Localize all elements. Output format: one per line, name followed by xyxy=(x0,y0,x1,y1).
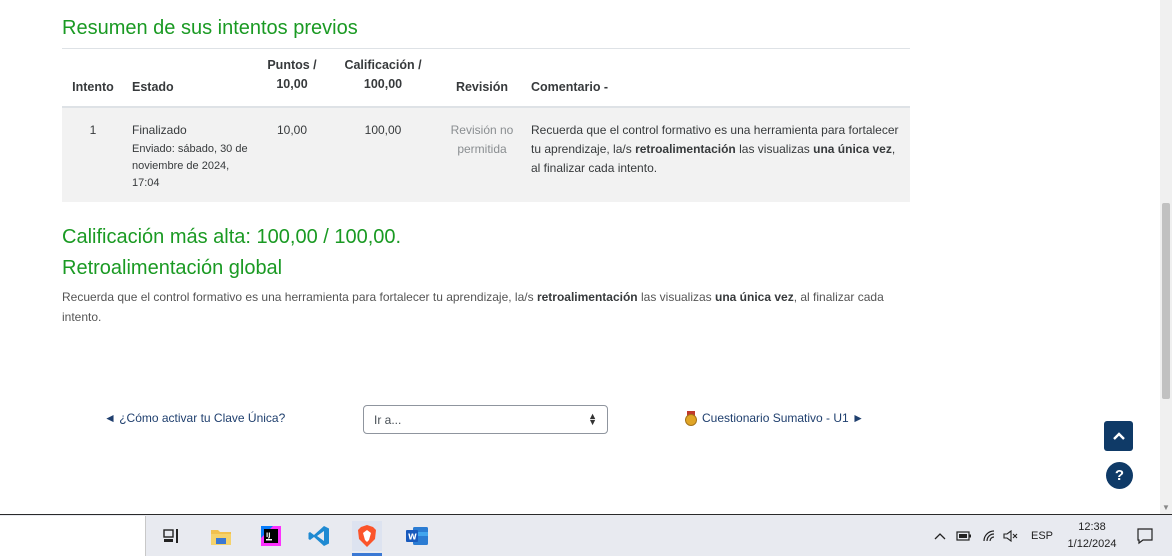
comment-bold: retroalimentación xyxy=(635,142,736,156)
help-button[interactable]: ? xyxy=(1106,462,1133,489)
header-state: Estado xyxy=(124,49,259,108)
cell-points: 10,00 xyxy=(259,107,325,202)
wifi-icon[interactable] xyxy=(982,515,998,556)
header-review: Revisión xyxy=(441,49,523,108)
show-hidden-icons-chevron-icon[interactable] xyxy=(934,515,946,556)
cell-state: Finalizado Enviado: sábado, 30 de noviem… xyxy=(124,107,259,202)
language-indicator[interactable]: ESP xyxy=(1031,515,1053,556)
comment-text: las visualizas xyxy=(735,142,814,156)
global-feedback-text: Recuerda que el control formativo es una… xyxy=(62,287,914,327)
battery-icon[interactable] xyxy=(956,515,972,556)
next-activity-link[interactable]: Cuestionario Sumativo - U1 ► xyxy=(684,411,864,426)
medal-icon xyxy=(684,411,698,426)
cell-comment: Recuerda que el control formativo es una… xyxy=(523,107,910,202)
prev-activity-link[interactable]: ◄ ¿Cómo activar tu Clave Única? xyxy=(104,411,285,425)
header-points: Puntos / 10,00 xyxy=(259,49,325,108)
table-header-row: Intento Estado Puntos / 10,00 Calificaci… xyxy=(62,49,910,108)
brave-browser-icon[interactable] xyxy=(352,521,382,556)
svg-text:IJ: IJ xyxy=(266,532,270,539)
svg-text:W: W xyxy=(408,533,417,542)
notifications-icon[interactable] xyxy=(1136,515,1154,556)
comment-bold: una única vez xyxy=(813,142,892,156)
feedback-text: Recuerda que el control formativo es una… xyxy=(62,290,537,304)
best-grade-heading: Calificación más alta: 100,00 / 100,00. xyxy=(62,226,402,248)
header-grade-max: 100,00 xyxy=(363,77,403,91)
feedback-text: las visualizas xyxy=(637,290,716,304)
scroll-down-arrow-icon[interactable]: ▼ xyxy=(1162,503,1170,512)
page-scrollbar[interactable]: ▼ xyxy=(1160,0,1172,514)
feedback-bold: una única vez xyxy=(715,290,794,304)
task-view-icon[interactable] xyxy=(156,521,186,551)
back-to-top-button[interactable] xyxy=(1104,421,1133,451)
windows-taskbar: IJ W ESP 12:38 1/12/2024 xyxy=(0,514,1172,556)
chevron-up-icon xyxy=(1112,432,1125,440)
header-grade-label: Calificación / xyxy=(344,58,422,72)
header-grade: Calificación / 100,00 xyxy=(325,49,441,108)
intellij-idea-icon[interactable]: IJ xyxy=(256,521,286,551)
global-feedback-heading: Retroalimentación global xyxy=(62,257,283,279)
volume-muted-icon[interactable] xyxy=(1003,515,1019,556)
jump-to-value: Ir a... xyxy=(374,413,402,427)
cell-review: Revisión no permitida xyxy=(441,107,523,202)
header-comment: Comentario - xyxy=(523,49,910,108)
submitted-date: Enviado: sábado, 30 de noviembre de 2024… xyxy=(132,143,248,189)
select-arrows-icon: ▲ ▼ xyxy=(588,411,597,427)
header-attempt: Intento xyxy=(62,49,124,108)
table-row: 1 Finalizado Enviado: sábado, 30 de novi… xyxy=(62,107,910,202)
vs-code-icon[interactable] xyxy=(304,521,334,551)
header-points-label: Puntos / xyxy=(267,58,317,72)
cell-grade: 100,00 xyxy=(325,107,441,202)
jump-to-select[interactable]: Ir a... ▲ ▼ xyxy=(363,405,608,434)
taskbar-clock[interactable]: 12:38 1/12/2024 xyxy=(1060,519,1124,553)
next-activity-label: Cuestionario Sumativo - U1 ► xyxy=(702,411,864,425)
clock-time: 12:38 xyxy=(1078,521,1106,533)
feedback-bold: retroalimentación xyxy=(536,290,638,304)
header-points-max: 10,00 xyxy=(276,77,308,91)
summary-heading: Resumen de sus intentos previos xyxy=(62,17,358,39)
microsoft-word-icon[interactable]: W xyxy=(402,521,432,551)
cell-attempt: 1 xyxy=(62,107,124,202)
state-label: Finalizado xyxy=(132,123,187,137)
scrollbar-thumb[interactable] xyxy=(1162,203,1170,399)
file-explorer-icon[interactable] xyxy=(206,521,236,551)
quiz-page: Resumen de sus intentos previos Intento … xyxy=(0,0,1160,514)
clock-date: 1/12/2024 xyxy=(1067,538,1117,550)
attempts-table: Intento Estado Puntos / 10,00 Calificaci… xyxy=(62,49,910,202)
taskbar-search-box[interactable] xyxy=(0,516,146,556)
